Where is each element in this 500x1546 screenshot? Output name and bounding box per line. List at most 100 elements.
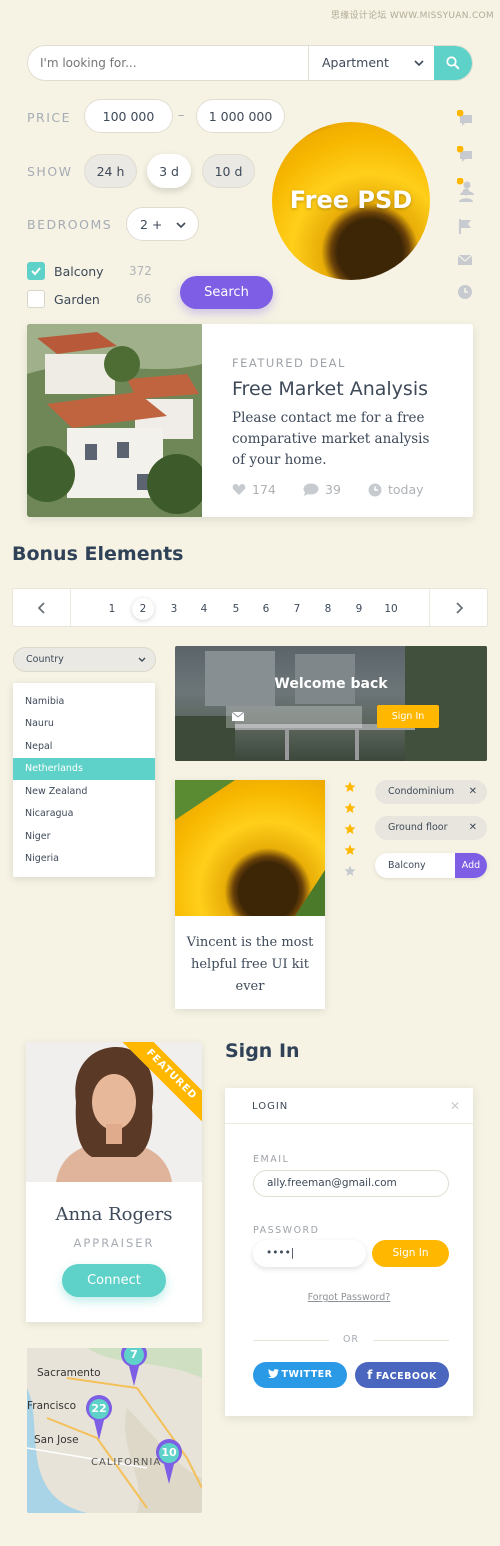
page-4[interactable]: 4 (193, 598, 215, 620)
or-divider: OR (253, 1334, 449, 1346)
mail-icon[interactable] (457, 252, 473, 268)
map-city-label: Francisco (27, 1400, 77, 1412)
country-option-selected[interactable]: Netherlands (13, 758, 155, 780)
user-icon[interactable] (457, 186, 473, 202)
price-min-input[interactable]: 100 000 (84, 99, 173, 133)
search-button[interactable] (434, 46, 472, 80)
bedrooms-select[interactable]: 2 + (126, 207, 199, 241)
page-8[interactable]: 8 (317, 598, 339, 620)
quote-text: Vincent is the most helpful free UI kit … (186, 935, 314, 994)
star-filled-icon[interactable] (344, 802, 356, 814)
house-photo (27, 324, 207, 517)
forgot-password-link[interactable]: Forgot Password? (225, 1292, 473, 1303)
featured-title[interactable]: Free Market Analysis (232, 378, 428, 400)
email-field[interactable] (226, 706, 362, 728)
page-3[interactable]: 3 (163, 598, 185, 620)
clock-icon (368, 483, 382, 496)
country-option[interactable]: Nigeria (13, 848, 155, 870)
star-filled-icon[interactable] (344, 823, 356, 835)
star-filled-icon[interactable] (344, 844, 356, 856)
garden-label: Garden (54, 292, 100, 307)
page-10[interactable]: 10 (378, 598, 404, 620)
country-option[interactable]: Namibia (13, 691, 155, 713)
filter-search-button[interactable]: Search (180, 276, 273, 309)
country-option[interactable]: New Zealand (13, 781, 155, 803)
login-title: LOGIN (225, 1088, 473, 1124)
show-option-24h[interactable]: 24 h (84, 154, 137, 188)
country-option[interactable]: Nepal (13, 736, 155, 758)
tag-chip[interactable]: Condominium ✕ (375, 780, 487, 804)
prev-page-button[interactable] (13, 589, 71, 626)
chat-bubble-icon[interactable] (456, 109, 473, 126)
welcome-title: Welcome back (274, 676, 388, 692)
page-5[interactable]: 5 (225, 598, 247, 620)
map-city-label: San Jose (34, 1434, 79, 1446)
show-option-3d[interactable]: 3 d (147, 154, 191, 188)
flag-icon[interactable] (457, 218, 473, 234)
email-label: EMAIL (253, 1154, 290, 1165)
map-pin-icon (156, 1439, 182, 1484)
email-field[interactable]: ally.freeman@gmail.com (253, 1170, 449, 1197)
chat-bubble-icon[interactable] (456, 145, 473, 162)
checkmark-icon (31, 267, 41, 276)
facebook-button[interactable]: f FACEBOOK (355, 1362, 449, 1388)
map-pin[interactable]: 22 (84, 1394, 114, 1440)
password-field[interactable]: ••••| (253, 1240, 366, 1267)
page-1[interactable]: 1 (101, 598, 123, 620)
likes-meta[interactable]: 174 (232, 482, 276, 497)
country-option[interactable]: Nicaragua (13, 803, 155, 825)
chevron-down-icon (176, 222, 186, 229)
garden-count: 66 (136, 292, 152, 306)
country-option[interactable]: Niger (13, 826, 155, 848)
next-page-button[interactable] (429, 589, 487, 626)
map-view[interactable]: Sacramento Francisco San Jose CALIFORNIA… (27, 1348, 202, 1513)
close-icon[interactable]: ✕ (469, 780, 477, 804)
sign-in-button[interactable]: Sign In (372, 1240, 449, 1267)
welcome-sign-in-button[interactable]: Sign In (377, 705, 439, 728)
chevron-down-icon (414, 46, 424, 80)
page-2[interactable]: 2 (132, 598, 154, 620)
tag-chip[interactable]: Ground floor ✕ (375, 816, 487, 840)
clock-icon[interactable] (457, 284, 473, 300)
time-meta: today (368, 482, 424, 497)
free-psd-badge[interactable]: Free PSD (272, 122, 430, 280)
page-9[interactable]: 9 (348, 598, 370, 620)
garden-checkbox[interactable] (27, 290, 45, 308)
price-label: PRICE (27, 110, 72, 125)
tag-input[interactable]: Balcony Add (375, 853, 487, 878)
page-6[interactable]: 6 (255, 598, 277, 620)
balcony-checkbox[interactable] (27, 262, 45, 280)
map-pin[interactable]: 10 (154, 1438, 184, 1484)
star-filled-icon[interactable] (344, 781, 356, 793)
sign-in-heading: Sign In (225, 1040, 300, 1062)
show-option-10d[interactable]: 10 d (202, 154, 255, 188)
featured-kicker: FEATURED DEAL (232, 356, 346, 370)
close-icon[interactable]: ✕ (450, 1099, 460, 1113)
close-icon[interactable]: ✕ (469, 816, 477, 840)
page-7[interactable]: 7 (286, 598, 308, 620)
map-pin[interactable]: 7 (119, 1348, 149, 1386)
tag-input-value: Balcony (388, 860, 426, 871)
profile-role: APPRAISER (73, 1236, 155, 1250)
profile-card: FEATURED Anna Rogers APPRAISER Connect (26, 1042, 202, 1322)
overlay (175, 646, 487, 761)
tag-label: Condominium (388, 786, 455, 797)
country-option[interactable]: Nauru (13, 713, 155, 735)
country-options: Namibia Nauru Nepal Netherlands New Zeal… (13, 683, 155, 877)
connect-button[interactable]: Connect (62, 1264, 166, 1297)
country-select[interactable]: Country (13, 647, 156, 672)
add-tag-button[interactable]: Add (455, 853, 487, 878)
star-empty-icon[interactable] (344, 865, 356, 877)
bedrooms-label: BEDROOMS (27, 217, 113, 232)
featured-deal-card[interactable]: FEATURED DEAL Free Market Analysis Pleas… (27, 324, 473, 517)
search-input[interactable] (28, 46, 308, 80)
chevron-left-icon (37, 601, 45, 614)
password-label: PASSWORD (253, 1225, 320, 1236)
comments-meta[interactable]: 39 (303, 482, 341, 497)
property-type-select[interactable]: Apartment (308, 46, 436, 80)
login-panel: LOGIN ✕ EMAIL ally.freeman@gmail.com PAS… (225, 1088, 473, 1416)
search-icon (446, 56, 460, 70)
twitter-button[interactable]: TWITTER (253, 1362, 347, 1388)
pin-count: 22 (91, 1402, 107, 1415)
pagination: 1 2 3 4 5 6 7 8 9 10 (12, 588, 488, 627)
